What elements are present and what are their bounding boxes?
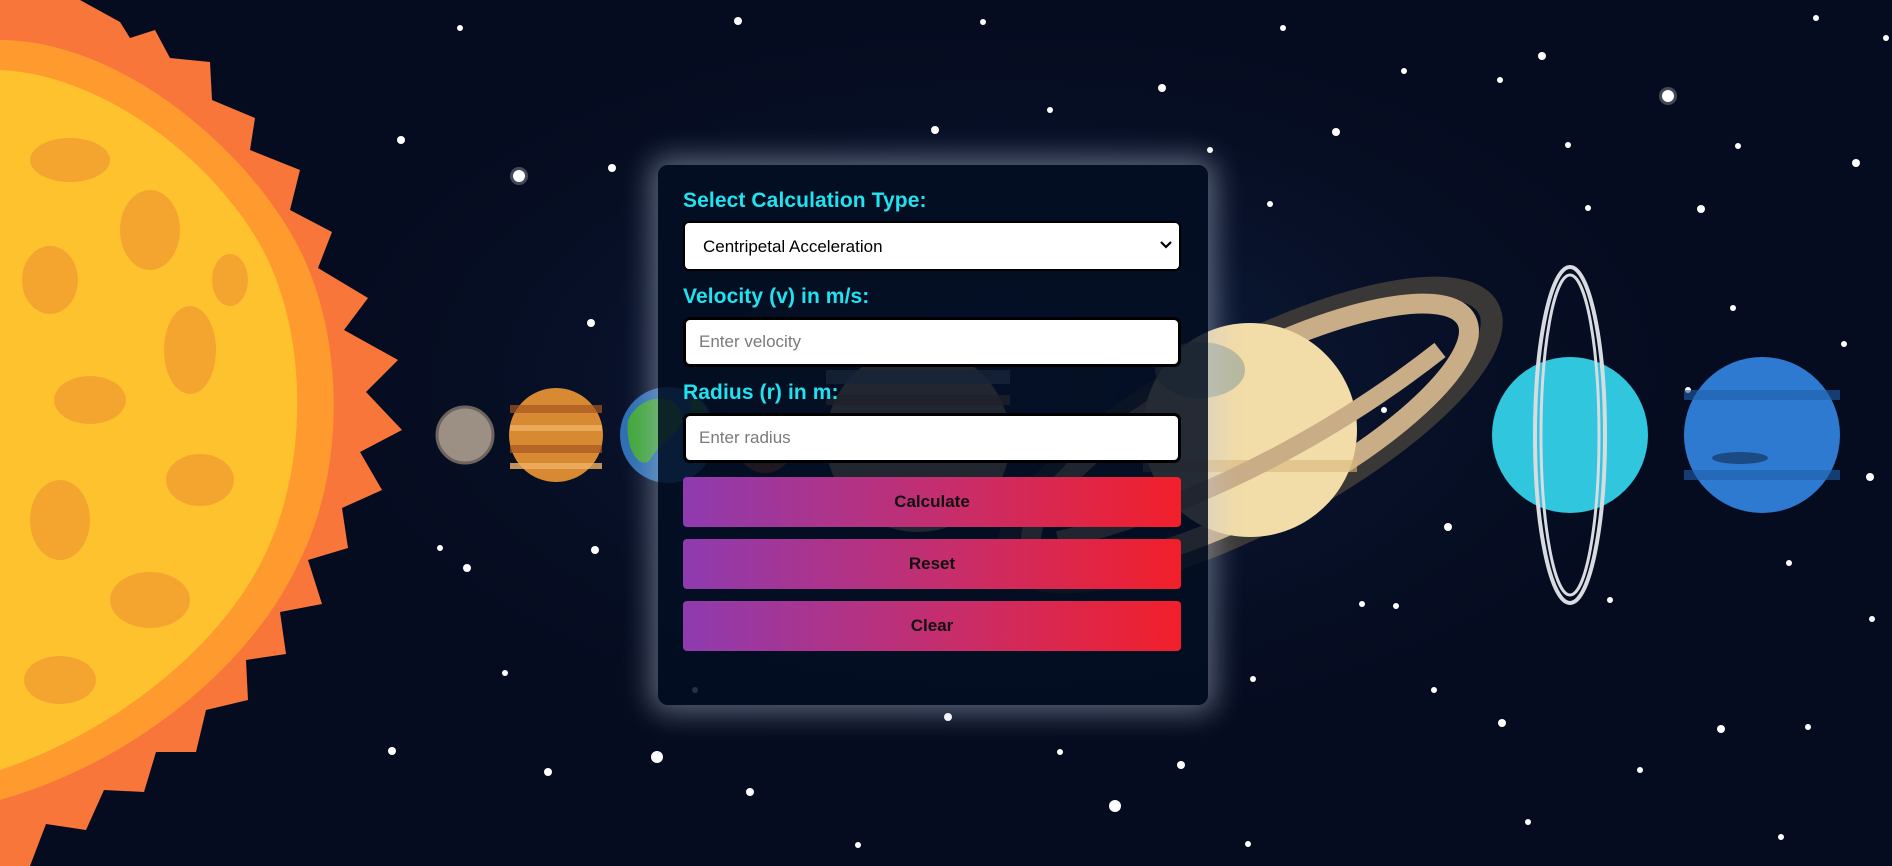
velocity-label: Velocity (v) in m/s: <box>683 285 870 308</box>
venus-image <box>509 388 603 482</box>
radius-input[interactable] <box>683 413 1181 463</box>
neptune-image <box>1684 357 1840 513</box>
calculator-panel: Select Calculation Type: Centripetal Acc… <box>658 165 1208 705</box>
calc-type-select[interactable]: Centripetal Acceleration <box>683 221 1181 271</box>
chevron-down-icon <box>1160 241 1172 249</box>
reset-button[interactable]: Reset <box>683 539 1181 589</box>
velocity-input[interactable] <box>683 317 1181 367</box>
clear-button[interactable]: Clear <box>683 601 1181 651</box>
mercury-image <box>435 405 495 465</box>
radius-label: Radius (r) in m: <box>683 381 839 404</box>
calc-type-selected-value: Centripetal Acceleration <box>703 237 883 256</box>
calculate-button[interactable]: Calculate <box>683 477 1181 527</box>
calc-type-label: Select Calculation Type: <box>683 189 927 212</box>
